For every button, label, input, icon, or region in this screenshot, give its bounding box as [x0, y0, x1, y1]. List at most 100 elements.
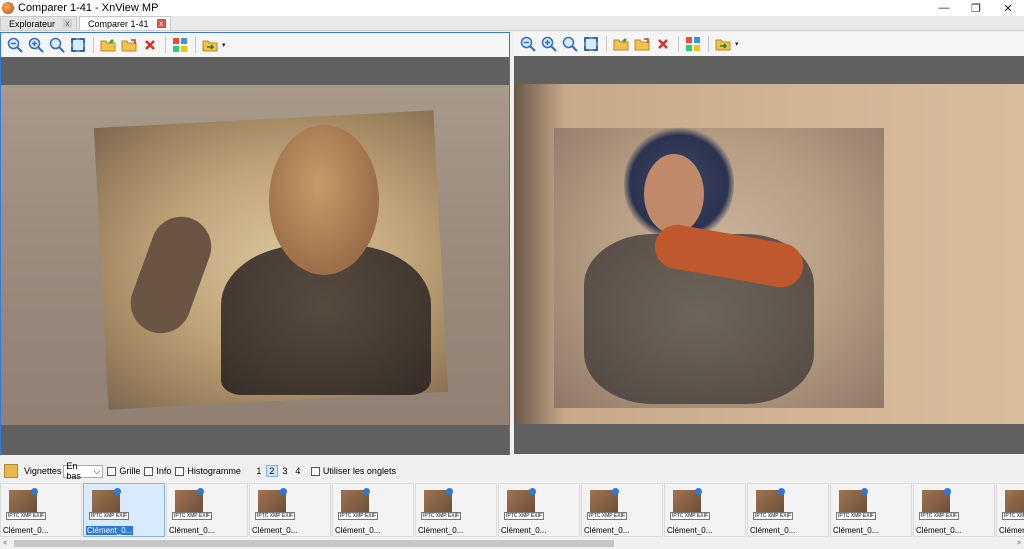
toolbar-separator	[708, 36, 709, 52]
delete-icon[interactable]	[653, 34, 673, 54]
minimize-button[interactable]: —	[928, 0, 960, 16]
layout-1-button[interactable]: 1	[253, 465, 265, 477]
thumbnail-label: Clément_0...	[418, 526, 464, 535]
tag-dot-icon	[778, 488, 785, 495]
tag-dot-icon	[612, 488, 619, 495]
thumbnail-item[interactable]: IPTC XMP EXIF Clément_0...	[913, 483, 995, 537]
grid-checkbox[interactable]: Grille	[107, 466, 140, 476]
histogram-checkbox[interactable]: Histogramme	[175, 466, 241, 476]
info-label: Info	[156, 466, 172, 476]
zoom-actual-icon[interactable]	[560, 34, 580, 54]
compare-pane-left[interactable]: ▾	[0, 32, 510, 455]
fit-icon[interactable]	[68, 35, 88, 55]
thumbnail-item[interactable]: IPTC XMP EXIF Clément_0...	[0, 483, 82, 537]
thumbnail-item[interactable]: IPTC XMP EXIF Clément_0...	[498, 483, 580, 537]
open-folder-icon[interactable]	[611, 34, 631, 54]
tag-dot-icon	[861, 488, 868, 495]
compare-options-bar: Vignettes En bas ⌵ Grille Info Histogram…	[0, 460, 1024, 482]
compared-image	[514, 84, 1024, 424]
chevron-down-icon[interactable]: ▾	[222, 41, 226, 49]
horizontal-scrollbar[interactable]: < >	[0, 538, 1024, 549]
thumbnail-position-value: En bas	[66, 461, 81, 481]
fit-icon[interactable]	[581, 34, 601, 54]
viewer-toolbar: ▾	[1, 33, 509, 57]
image-viewer[interactable]	[514, 56, 1024, 454]
metadata-badge: IPTC XMP EXIF	[338, 512, 379, 520]
move-to-folder-icon[interactable]	[200, 35, 220, 55]
open-folder-icon[interactable]	[98, 35, 118, 55]
zoom-out-icon[interactable]	[518, 34, 538, 54]
thumbnail-position-select[interactable]: En bas ⌵	[63, 461, 104, 481]
tab-close-icon[interactable]: x	[156, 19, 166, 28]
checkbox-box	[175, 466, 185, 476]
image-viewer[interactable]	[1, 57, 509, 455]
zoom-out-icon[interactable]	[5, 35, 25, 55]
maximize-button[interactable]: ❐	[960, 0, 992, 16]
use-tabs-checkbox[interactable]: Utiliser les onglets	[310, 466, 396, 476]
layout-icon[interactable]	[4, 464, 18, 478]
color-icon[interactable]	[683, 34, 703, 54]
checkbox-box	[107, 466, 117, 476]
thumbnail-item[interactable]: IPTC XMP EXIF Clément_0...	[581, 483, 663, 537]
metadata-badge: IPTC XMP EXIF	[421, 512, 462, 520]
scroll-left-icon[interactable]: <	[0, 539, 10, 549]
close-button[interactable]: ✕	[992, 0, 1024, 16]
thumbnail-label: Clément_0...	[833, 526, 879, 535]
thumbnail-item[interactable]: IPTC XMP EXIF Clément_0...	[415, 483, 497, 537]
title-bar: Comparer 1-41 - XnView MP — ❐ ✕	[0, 0, 1024, 16]
layout-4-button[interactable]: 4	[292, 465, 304, 477]
tag-dot-icon	[31, 488, 38, 495]
delete-icon[interactable]	[140, 35, 160, 55]
metadata-badge: IPTC XMP EXIF	[670, 512, 711, 520]
thumbnail-item[interactable]: IPTC XMP EXIF Clément_0...	[664, 483, 746, 537]
scrollbar-thumb[interactable]	[14, 540, 614, 547]
chevron-down-icon[interactable]: ▾	[735, 40, 739, 48]
tab-comparer[interactable]: Comparer 1-41 x	[79, 16, 171, 30]
thumbnail-item[interactable]: IPTC XMP EXIF Clément_0...	[747, 483, 829, 537]
tab-label: Comparer 1-41	[88, 18, 149, 29]
thumbnail-item[interactable]: IPTC XMP EXIF Clément_0...	[83, 483, 165, 537]
thumbnail-item[interactable]: IPTC XMP EXIF Clément_0...	[332, 483, 414, 537]
move-to-folder-icon[interactable]	[713, 34, 733, 54]
zoom-in-icon[interactable]	[539, 34, 559, 54]
layout-3-button[interactable]: 3	[279, 465, 291, 477]
thumbnail-strip: IPTC XMP EXIF Clément_0... IPTC XMP EXIF Cl…	[0, 483, 1024, 537]
tag-dot-icon	[695, 488, 702, 495]
thumbnail-item[interactable]: IPTC XMP EXIF Clément_0...	[249, 483, 331, 537]
info-checkbox[interactable]: Info	[144, 466, 171, 476]
thumbnail-label: Clément_0...	[169, 526, 215, 535]
scroll-right-icon[interactable]: >	[1014, 539, 1024, 549]
checkbox-box	[310, 466, 320, 476]
tab-close-icon[interactable]: x	[63, 19, 73, 28]
tag-dot-icon	[446, 488, 453, 495]
zoom-actual-icon[interactable]	[47, 35, 67, 55]
thumbnail-label: Clément_0...	[999, 526, 1024, 535]
thumbnail-label: Clément_0...	[86, 526, 134, 535]
toolbar-separator	[93, 37, 94, 53]
compare-pane-right[interactable]: ▾	[514, 32, 1024, 455]
tag-dot-icon	[114, 488, 121, 495]
zoom-in-icon[interactable]	[26, 35, 46, 55]
metadata-badge: IPTC XMP EXIF	[919, 512, 960, 520]
window-title: Comparer 1-41 - XnView MP	[18, 2, 159, 14]
thumbnail-label: Clément_0...	[584, 526, 630, 535]
folder-export-icon[interactable]	[632, 34, 652, 54]
tag-dot-icon	[529, 488, 536, 495]
tab-bar: Explorateur x Comparer 1-41 x	[0, 16, 1024, 31]
thumbnails-label: Vignettes	[24, 466, 62, 476]
thumbnail-item[interactable]: IPTC XMP EXIF Clément_0...	[830, 483, 912, 537]
folder-export-icon[interactable]	[119, 35, 139, 55]
tab-explorateur[interactable]: Explorateur x	[0, 16, 78, 30]
thumbnail-item[interactable]: IPTC XMP EXIF Clément_0...	[996, 483, 1024, 537]
thumbnail-item[interactable]: IPTC XMP EXIF Clément_0...	[166, 483, 248, 537]
metadata-badge: IPTC XMP EXIF	[1002, 512, 1024, 520]
tag-dot-icon	[280, 488, 287, 495]
color-icon[interactable]	[170, 35, 190, 55]
thumbnail-label: Clément_0...	[252, 526, 298, 535]
toolbar-separator	[165, 37, 166, 53]
metadata-badge: IPTC XMP EXIF	[172, 512, 213, 520]
histogram-label: Histogramme	[187, 466, 241, 476]
metadata-badge: IPTC XMP EXIF	[6, 512, 47, 520]
layout-2-button[interactable]: 2	[265, 465, 278, 477]
tag-dot-icon	[363, 488, 370, 495]
